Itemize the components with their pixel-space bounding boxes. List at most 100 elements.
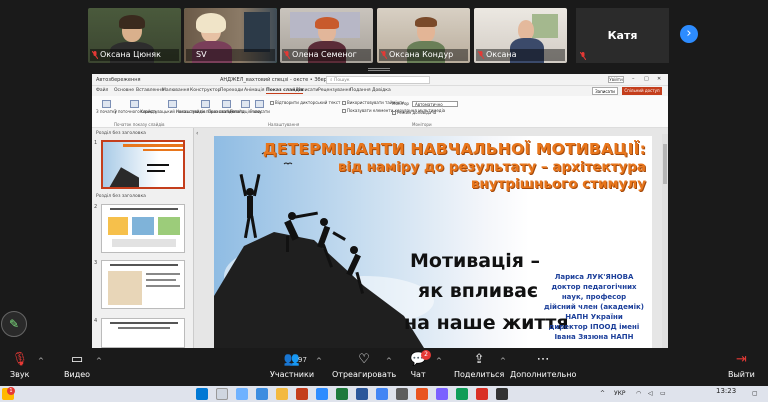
more-button[interactable]: ⋯ Дополнительно <box>510 352 576 379</box>
tab-record[interactable]: Записати <box>296 88 318 93</box>
notifications-icon[interactable]: ▢ <box>752 390 758 397</box>
play-current-icon <box>130 100 140 108</box>
edge-icon[interactable] <box>256 388 268 400</box>
chevron-up-icon[interactable]: ^ <box>316 357 322 365</box>
word-icon[interactable] <box>356 388 368 400</box>
app-icon[interactable] <box>436 388 448 400</box>
app-icon[interactable] <box>476 388 488 400</box>
slide-thumbnail[interactable] <box>101 260 185 309</box>
tab-insert[interactable]: Вставлення <box>136 88 164 93</box>
task-view-icon[interactable] <box>236 388 248 400</box>
battery-icon[interactable]: ▭ <box>660 390 666 397</box>
autosave-label[interactable]: Автозбереження <box>96 77 141 83</box>
tab-home[interactable]: Основне <box>114 88 134 93</box>
participant-tile-no-video[interactable]: Катя <box>576 8 669 63</box>
powerpoint-icon[interactable] <box>296 388 308 400</box>
current-slide[interactable]: ДЕТЕРМІНАНТИ НАВЧАЛЬНОЇ МОТИВАЦІЇ: від н… <box>214 136 652 348</box>
chevron-up-icon[interactable]: ^ <box>38 357 44 365</box>
slide-thumbnail-selected[interactable] <box>101 140 185 189</box>
monitor-select[interactable]: Автоматично <box>412 101 458 107</box>
slide-thumbnails-pane: Розділ без заголовка 1 Розділ без заголо… <box>92 128 194 348</box>
mic-muted-icon: 🎙 <box>11 352 28 367</box>
wifi-icon[interactable]: ◠ <box>636 390 641 397</box>
windows-start-icon[interactable] <box>196 388 208 400</box>
clock[interactable]: 13:23 <box>716 387 736 395</box>
ppt-search-input[interactable]: ⌕ Пошук <box>326 76 430 84</box>
slide-scrollbar[interactable] <box>662 134 668 348</box>
speaker-icon[interactable]: ◁ <box>648 390 653 397</box>
section-label[interactable]: Розділ без заголовка <box>96 131 146 136</box>
tab-transitions[interactable]: Переходи <box>220 88 243 93</box>
tray-chevron-icon[interactable]: ^ <box>600 390 605 397</box>
ribbon-group-label: Початок показу слайдів <box>114 122 165 127</box>
file-explorer-icon[interactable] <box>276 388 288 400</box>
tab-review[interactable]: Рецензування <box>318 88 351 93</box>
play-icon <box>101 100 111 108</box>
chevron-up-icon[interactable]: ^ <box>436 357 442 365</box>
participant-name: Оксана <box>476 49 565 61</box>
mic-muted-icon <box>580 52 586 60</box>
chat-badge: 2 <box>421 350 431 360</box>
pen-icon[interactable]: ✎ <box>1 311 27 337</box>
participants-button[interactable]: 👥 Участники <box>270 352 314 379</box>
thumb-number: 3 <box>94 260 98 266</box>
chevron-right-icon[interactable]: › <box>680 25 698 43</box>
tab-animations[interactable]: Анімація <box>244 88 264 93</box>
thumb-number: 1 <box>94 140 98 146</box>
audio-button[interactable]: 🎙 Звук <box>10 352 29 379</box>
drag-handle[interactable] <box>368 68 390 71</box>
slide-editor: ‹ ДЕТЕРМІНАНТИ НАВЧАЛЬНОЇ МОТИВАЦІЇ: від… <box>194 128 668 348</box>
tab-design[interactable]: Конструктор <box>190 88 220 93</box>
windows-taskbar: 1 ^ УКР ◠ ◁ ▭ 13:23 ▢ <box>0 386 768 402</box>
video-button[interactable]: ▭ Видео <box>64 352 90 379</box>
chevron-up-icon[interactable]: ^ <box>96 357 102 365</box>
language-indicator[interactable]: УКР <box>614 390 626 397</box>
ribbon-group-label: Монітори <box>412 122 432 127</box>
share-screen-button[interactable]: ⇪ Поделиться <box>454 352 504 379</box>
record-slideshow-button[interactable]: Записати <box>250 100 270 114</box>
thumb-number: 2 <box>94 204 98 210</box>
zoom-icon[interactable] <box>316 388 328 400</box>
slide-thumbnail[interactable] <box>101 204 185 253</box>
record-button[interactable]: Записати <box>592 87 618 95</box>
leave-button[interactable]: ⇥ Выйти <box>728 352 755 379</box>
participant-tile[interactable]: Оксана <box>474 8 567 63</box>
zoom-meeting-window: Оксана Цюняк SV Олена Семеног Оксана Кон… <box>0 0 768 402</box>
excel-icon[interactable] <box>336 388 348 400</box>
slide-subtitle-line2: внутрішнього стимулу <box>470 176 646 192</box>
ribbon-group-label: Налаштування <box>268 122 300 127</box>
app-icon[interactable] <box>496 388 508 400</box>
tab-view[interactable]: Подання <box>350 88 371 93</box>
tab-draw[interactable]: Малювання <box>162 88 189 93</box>
app-icon[interactable] <box>456 388 468 400</box>
chrome-icon[interactable] <box>376 388 388 400</box>
tab-file[interactable]: Файл <box>96 88 108 93</box>
maximize-icon[interactable]: □ <box>644 76 649 82</box>
participant-tile[interactable]: Оксана Цюняк <box>88 8 181 63</box>
participant-name: Олена Семеног <box>282 49 371 61</box>
login-button[interactable]: Увійти <box>608 76 624 83</box>
slide-thumbnail[interactable] <box>101 318 185 348</box>
participant-strip: Оксана Цюняк SV Олена Семеног Оксана Кон… <box>0 0 768 66</box>
participant-tile-active[interactable]: SV <box>184 8 277 63</box>
share-access-button[interactable]: Спільний доступ <box>622 87 662 95</box>
narration-checkbox[interactable]: Відтворити дикторський текст <box>270 100 340 105</box>
ppt-title-bar: Автозбереження АНДЖЕЛ_вахтовий спецзі - … <box>92 74 668 86</box>
close-icon[interactable]: ✕ <box>657 76 661 82</box>
tab-help[interactable]: Довідка <box>372 88 391 93</box>
search-icon[interactable] <box>216 388 228 400</box>
chevron-up-icon[interactable]: ^ <box>386 357 392 365</box>
app-icon[interactable] <box>416 388 428 400</box>
collapse-pane-icon[interactable]: ‹ <box>196 130 198 137</box>
motivation-line1: Мотивація – <box>410 250 541 272</box>
ribbon-tabs: Файл Основне Вставлення Малювання Констр… <box>92 86 668 96</box>
app-icon[interactable] <box>396 388 408 400</box>
presenter-view-checkbox[interactable]: Режим доповідача <box>392 110 436 115</box>
minimize-icon[interactable]: – <box>632 76 635 82</box>
participant-name: Оксана Кондур <box>379 49 468 61</box>
participant-name: SV <box>186 49 275 61</box>
chevron-up-icon[interactable]: ^ <box>500 357 506 365</box>
section-label[interactable]: Розділ без заголовка <box>96 194 146 199</box>
participant-tile[interactable]: Олена Семеног <box>280 8 373 63</box>
participant-tile[interactable]: Оксана Кондур <box>377 8 470 63</box>
